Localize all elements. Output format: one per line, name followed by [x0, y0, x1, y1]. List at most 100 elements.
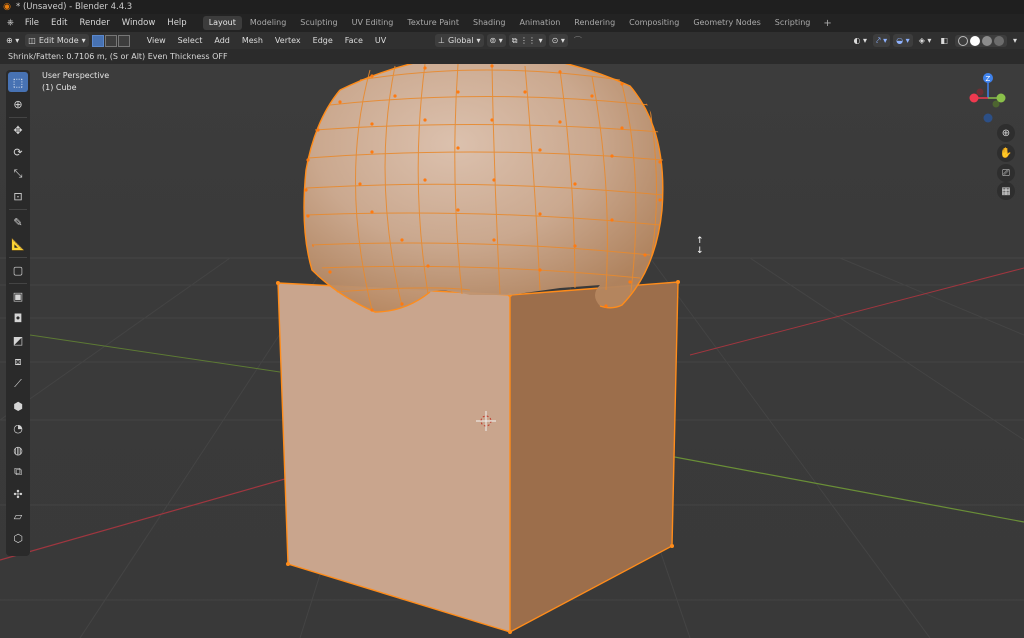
spin-icon[interactable]: ◔ [8, 418, 28, 438]
tab-rendering[interactable]: Rendering [568, 16, 621, 30]
gizmo-toggle[interactable]: ⤤ ▾ [873, 34, 891, 47]
face-select-icon[interactable] [117, 34, 130, 47]
snapping-toggle[interactable]: ⧉ ⋮⋮ ▾ [508, 34, 546, 47]
menu-vertex[interactable]: Vertex [269, 36, 307, 45]
toolbar-divider [9, 257, 27, 258]
shading-mode-buttons [954, 34, 1007, 47]
editor-type-button[interactable]: ⊕ ▾ [3, 34, 22, 47]
proportional-editing-toggle[interactable]: ⊙ ▾ [548, 34, 568, 47]
smooth-icon[interactable]: ◍ [8, 440, 28, 460]
add-cube-icon[interactable]: ▢ [8, 260, 28, 280]
tab-animation[interactable]: Animation [514, 16, 567, 30]
x-axis-handle[interactable] [969, 93, 979, 103]
bevel-icon[interactable]: ◩ [8, 330, 28, 350]
extrude-icon[interactable]: ▣ [8, 286, 28, 306]
mode-label: Edit Mode [38, 36, 79, 45]
annotate-icon[interactable]: ✎ [8, 212, 28, 232]
menu-help[interactable]: Help [161, 14, 192, 32]
blender-icon: ◉ [3, 2, 11, 12]
xray-toggle-icon[interactable]: ◧ [937, 34, 951, 47]
toolbar-divider [9, 117, 27, 118]
transform-controls: ⊥ Global ▾ ⊚ ▾ ⧉ ⋮⋮ ▾ ⊙ ▾ ⌒ [432, 34, 585, 47]
menu-window[interactable]: Window [116, 14, 162, 32]
falloff-icon[interactable]: ⌒ [571, 34, 585, 47]
viewport-scene [0, 64, 1024, 638]
mesh-edit-overlays-icon[interactable]: ◈ ▾ [916, 34, 935, 47]
rotate-icon[interactable]: ⟳ [8, 142, 28, 162]
tab-layout[interactable]: Layout [202, 16, 242, 30]
axis-gizmo[interactable]: Z [968, 72, 1008, 124]
tab-scripting[interactable]: Scripting [769, 16, 817, 30]
shading-options-dropdown[interactable]: ▾ [1010, 34, 1020, 47]
knife-icon[interactable]: ⟋ [8, 374, 28, 394]
wireframe-shading-icon[interactable] [957, 35, 968, 46]
tab-compositing[interactable]: Compositing [623, 16, 685, 30]
3d-viewport[interactable]: User Perspective (1) Cube [0, 64, 1024, 638]
orientation-label: Global [447, 36, 474, 45]
tab-texture-paint[interactable]: Texture Paint [401, 16, 465, 30]
move-icon[interactable]: ✥ [8, 120, 28, 140]
menu-edge[interactable]: Edge [307, 36, 339, 45]
pivot-point-dropdown[interactable]: ⊚ ▾ [486, 34, 506, 47]
menu-view[interactable]: View [141, 36, 172, 45]
neg-x-axis-handle[interactable] [992, 100, 1000, 108]
toolbar-divider [9, 283, 27, 284]
shear-icon[interactable]: ▱ [8, 506, 28, 526]
z-axis-label: Z [986, 75, 991, 83]
menu-add[interactable]: Add [208, 36, 236, 45]
menu-face[interactable]: Face [339, 36, 369, 45]
perspective-toggle-icon[interactable]: ▦ [997, 182, 1015, 200]
rip-icon[interactable]: ⬡ [8, 528, 28, 548]
transform-orientation-dropdown[interactable]: ⊥ Global ▾ [435, 34, 484, 47]
add-workspace-button[interactable]: + [818, 18, 836, 29]
neg-z-axis-handle[interactable] [983, 113, 993, 123]
menu-render[interactable]: Render [74, 14, 116, 32]
y-axis-line [29, 334, 281, 373]
visibility-icon[interactable]: ◐ ▾ [851, 34, 871, 47]
tab-uv-editing[interactable]: UV Editing [346, 16, 400, 30]
edit-mode-icon: ◫ [28, 36, 36, 45]
menu-edit[interactable]: Edit [45, 14, 73, 32]
solid-shading-icon[interactable] [969, 35, 980, 46]
cursor-icon[interactable]: ⊕ [8, 94, 28, 114]
overlays-toggle[interactable]: ◒ ▾ [893, 34, 913, 47]
tab-geometry-nodes[interactable]: Geometry Nodes [687, 16, 766, 30]
material-shading-icon[interactable] [981, 35, 992, 46]
edge-select-icon[interactable] [104, 34, 117, 47]
inset-icon[interactable]: ◘ [8, 308, 28, 328]
menu-file[interactable]: File [19, 14, 45, 32]
window-title: * (Unsaved) - Blender 4.4.3 [16, 2, 133, 12]
toolbar-divider [9, 209, 27, 210]
transform-icon[interactable]: ⊡ [8, 186, 28, 206]
tab-shading[interactable]: Shading [467, 16, 512, 30]
uv-sphere-mesh[interactable] [303, 64, 664, 313]
scale-icon[interactable]: ⤡ [8, 164, 28, 184]
poly-build-icon[interactable]: ⬢ [8, 396, 28, 416]
view-name-label: User Perspective [42, 71, 110, 80]
select-mode-buttons [91, 34, 131, 47]
mode-dropdown[interactable]: ◫ Edit Mode ▾ [25, 34, 89, 47]
menu-select[interactable]: Select [172, 36, 209, 45]
main-menu: ⎈ File Edit Render Window Help [0, 14, 193, 32]
tab-modeling[interactable]: Modeling [244, 16, 292, 30]
edge-slide-icon[interactable]: ⧉ [8, 462, 28, 482]
rendered-shading-icon[interactable] [993, 35, 1004, 46]
menu-uv[interactable]: UV [369, 36, 392, 45]
measure-icon[interactable]: 📐 [8, 234, 28, 254]
zoom-icon[interactable]: ⊕ [997, 124, 1015, 142]
camera-view-icon[interactable]: ⎚ [997, 164, 1015, 182]
pan-hand-icon[interactable]: ✋ [997, 144, 1015, 162]
blender-menu-icon[interactable]: ⎈ [0, 14, 19, 32]
menu-mesh[interactable]: Mesh [236, 36, 269, 45]
loop-cut-icon[interactable]: ⧈ [8, 352, 28, 372]
cube-mesh[interactable] [276, 280, 680, 634]
viewport-info: User Perspective (1) Cube [42, 70, 109, 94]
navigation-gizmo[interactable]: Z [968, 72, 1008, 124]
shrink-fatten-icon[interactable]: ✣ [8, 484, 28, 504]
vertex-select-icon[interactable] [91, 34, 104, 47]
x-axis-line-far [689, 267, 1024, 356]
select-box-icon[interactable]: ⬚ [8, 72, 28, 92]
neg-y-axis-handle[interactable] [976, 88, 984, 96]
tab-sculpting[interactable]: Sculpting [294, 16, 343, 30]
viewport-header: ⊕ ▾ ◫ Edit Mode ▾ View Select Add Mesh V… [0, 32, 1024, 49]
